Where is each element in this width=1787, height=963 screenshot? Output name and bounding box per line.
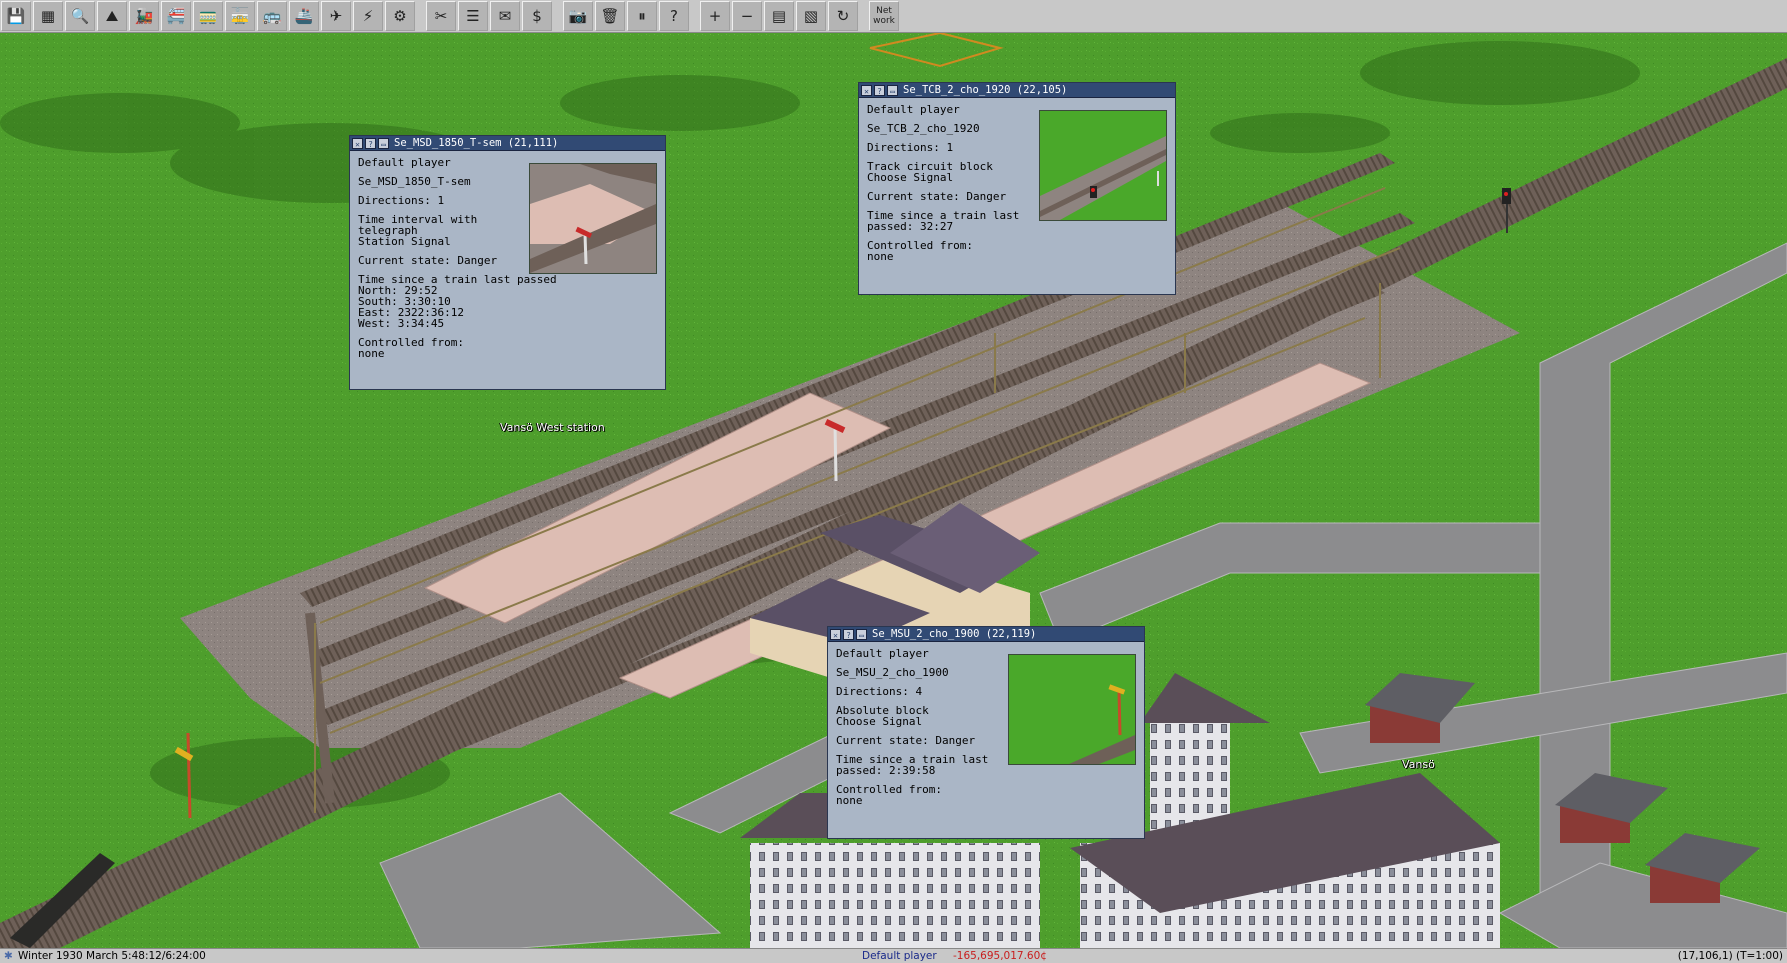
signal-info-window-msd[interactable]: ✕ ? ▭ Se_MSD_1850_T-sem (21,111) Default… [349,135,666,390]
help-icon[interactable]: ? [843,628,854,640]
terrain-icon: ⛰ [105,7,119,25]
toolbar-button[interactable]: 🔍 [65,1,95,31]
passed-line: passed: 2:39:58 [836,764,936,777]
rail-tools-icon: 🚂 [134,7,154,25]
window-title: Se_TCB_2_cho_1920 (22,105) [903,84,1068,96]
window-titlebar[interactable]: ✕ ? ▭ Se_TCB_2_cho_1920 (22,105) [859,83,1175,98]
remove-icon: ✂ [434,7,448,25]
controlled-line: Controlled from: [867,239,973,252]
toolbar-button[interactable]: − [732,1,762,31]
help-icon-bucket: 🗑 [600,7,620,25]
toolbar-button[interactable]: 🚃 [193,1,223,31]
toolbar-button[interactable]: ↻ [828,1,858,31]
toolbar-button[interactable]: 🗑 [595,1,625,31]
toolbar-button[interactable]: ▧ [796,1,826,31]
close-icon[interactable]: ✕ [352,137,363,149]
list-icon: ☰ [466,7,480,25]
window-title: Se_MSD_1850_T-sem (21,111) [394,137,559,149]
controlled-line: Controlled from: [358,336,464,349]
toolbar-button[interactable]: 💾 [1,1,31,31]
signal-preview-viewport[interactable] [529,163,657,274]
toolbar-button[interactable]: ⏸ [627,1,657,31]
zoom-in-icon: + [708,7,722,25]
main-toolbar: 💾 ▦ 🔍 ⛰ 🚂 🚝 🚃 🚋 🚌 🚢 ✈ ⚡ ⚙ ✂ ☰ ✉ $ 📷 🗑 ⏸? + − ▤ ▧ ↻ Net work [0,0,1787,33]
special-tools-icon: ⚙ [393,7,407,25]
controlled-line: none [836,794,863,807]
toolbar-separator [690,0,699,32]
inspect-icon: 🔍 [70,7,90,25]
window-titlebar[interactable]: ✕ ? ▭ Se_MSU_2_cho_1900 (22,119) [828,627,1144,642]
network-icon: Net work [873,6,895,26]
toolbar-button[interactable]: ✂ [426,1,456,31]
signal-preview-viewport[interactable] [1008,654,1136,765]
signal-info-window-msu[interactable]: ✕ ? ▭ Se_MSU_2_cho_1900 (22,119) Default… [827,626,1145,839]
toolbar-button[interactable]: ⚡ [353,1,383,31]
ship-tools-icon: 🚢 [294,7,314,25]
close-icon[interactable]: ✕ [830,628,841,640]
mailbox-icon: ✉ [498,7,512,25]
air-tools-icon: ✈ [329,7,343,25]
finance-icon: $ [532,7,542,25]
toolbar-button[interactable]: $ [522,1,552,31]
toolbar-button[interactable]: ☰ [458,1,488,31]
question-icon: ? [670,7,678,25]
toolbar-button[interactable]: ▤ [764,1,794,31]
minimize-icon[interactable]: ▭ [887,84,898,96]
help-icon[interactable]: ? [365,137,376,149]
toolbar-button[interactable]: ? [659,1,689,31]
player-name-text: Default player [862,950,937,962]
grid-icon: ▧ [803,7,819,25]
minimize-icon[interactable]: ▭ [856,628,867,640]
controlled-line: none [358,347,385,360]
screenshot-icon: 📷 [568,7,588,25]
passed-line: passed: 32:27 [867,220,954,233]
zoom-out-icon: − [740,7,754,25]
rotate-icon: ↻ [836,7,850,25]
town-name-label[interactable]: Vansö [1402,758,1435,771]
passed-line: West: 3:34:45 [358,317,445,330]
toolbar-button[interactable]: ▦ [33,1,63,31]
toolbar-button[interactable]: 🚝 [161,1,191,31]
toolbar-button[interactable]: ✈ [321,1,351,31]
minimap-icon: ▦ [40,7,56,25]
station-name-label[interactable]: Vansö West station [500,421,605,434]
toolbar-button[interactable]: ⛰ [97,1,127,31]
underground-icon: ▤ [771,7,787,25]
toolbar-separator [416,0,425,32]
tram-tools-icon: 🚃 [198,7,218,25]
signal-info-window-tcb[interactable]: ✕ ? ▭ Se_TCB_2_cho_1920 (22,105) Default… [858,82,1176,295]
toolbar-button[interactable]: ✉ [490,1,520,31]
controlled-line: Controlled from: [836,783,942,796]
save-icon: 💾 [6,7,26,25]
toolbar-separator [553,0,562,32]
toolbar-button[interactable]: Net work [869,1,899,31]
date-time-text: Winter 1930 March 5:48:12/6:24:00 [18,950,206,962]
cursor-coords-text: (17,106,1) (T=1:00) [1677,950,1783,962]
toolbar-button[interactable]: 🚂 [129,1,159,31]
controlled-line: none [867,250,894,263]
signal-preview-viewport[interactable] [1039,110,1167,221]
powerline-tools-icon: ⚡ [362,7,374,25]
minimize-icon[interactable]: ▭ [378,137,389,149]
monorail-tools-icon: 🚝 [166,7,186,25]
money-text: -165,695,017.60¢ [953,950,1047,962]
help-icon[interactable]: ? [874,84,885,96]
tram-depot-icon: 🚋 [230,7,250,25]
status-bar: ✱ Winter 1930 March 5:48:12/6:24:00 Defa… [0,948,1787,963]
toolbar-button[interactable]: ⚙ [385,1,415,31]
close-icon[interactable]: ✕ [861,84,872,96]
toolbar-button[interactable]: 🚢 [289,1,319,31]
window-titlebar[interactable]: ✕ ? ▭ Se_MSD_1850_T-sem (21,111) [350,136,665,151]
toolbar-separator [859,0,868,32]
pause-icon: ⏸ [638,7,646,25]
status-indicator-icon: ✱ [4,950,13,962]
window-title: Se_MSU_2_cho_1900 (22,119) [872,628,1037,640]
toolbar-button[interactable]: 🚋 [225,1,255,31]
toolbar-button[interactable]: 🚌 [257,1,287,31]
road-tools-icon: 🚌 [262,7,282,25]
toolbar-button[interactable]: + [700,1,730,31]
toolbar-button[interactable]: 📷 [563,1,593,31]
